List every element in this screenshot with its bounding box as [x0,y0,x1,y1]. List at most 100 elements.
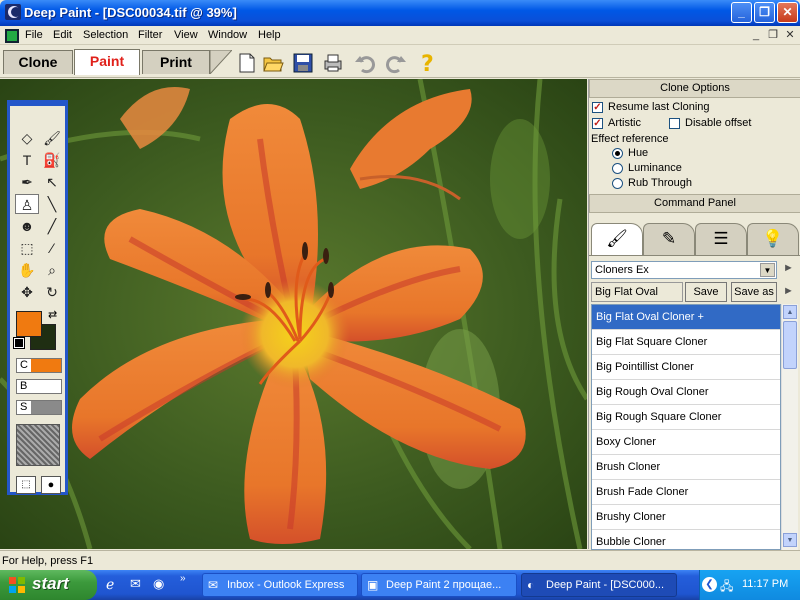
tab-paint[interactable]: Paint [74,49,140,75]
tab-effects[interactable]: ✎ [643,223,695,255]
zoom-icon[interactable]: ⌕ [40,260,64,280]
category-arrow-icon[interactable]: ► [783,262,794,274]
network-icon[interactable]: 🖧 [720,577,733,598]
list-item[interactable]: Boxy Cloner [592,430,780,455]
color-s-row[interactable]: S [16,400,62,415]
foreground-color-swatch[interactable] [16,311,42,337]
disable-offset-checkbox[interactable] [669,118,680,129]
default-colors-icon[interactable] [13,337,25,349]
mdi-close-button[interactable]: ✕ [782,28,798,42]
brush-list[interactable]: Big Flat Oval Cloner + Big Flat Square C… [591,304,781,550]
minimize-button[interactable]: _ [731,2,752,23]
document-icon[interactable] [4,28,20,44]
list-item[interactable]: Brush Cloner [592,455,780,480]
bucket-fill-icon[interactable]: ⛽ [40,150,64,170]
color-b-row[interactable]: B [16,379,62,394]
maximize-button[interactable]: ❐ [754,2,775,23]
eraser-icon[interactable]: ◇ [15,128,39,148]
tray-expand-icon[interactable]: ❮ [702,577,717,592]
list-item[interactable]: Big Flat Square Cloner [592,330,780,355]
list-item[interactable]: Big Pointillist Cloner [592,355,780,380]
selection-mode-icon[interactable]: ⬚ [16,476,36,494]
menu-edit[interactable]: Edit [53,29,72,41]
list-item[interactable]: Big Rough Oval Cloner [592,380,780,405]
brush-name-field[interactable]: Big Flat Oval [591,282,683,302]
mask-mode-icon[interactable]: ● [41,476,61,494]
eyedropper-icon[interactable]: ╱ [40,216,64,236]
pen-icon[interactable]: ✒ [15,172,39,192]
marquee-select-icon[interactable]: ⬚ [15,238,39,258]
task-deep-paint-2[interactable]: ▣ Deep Paint 2 прощае... [361,573,517,597]
mdi-minimize-button[interactable]: _ [748,28,764,42]
tab-clone[interactable]: Clone [3,50,73,74]
tab-lighting[interactable]: 💡 [747,223,799,255]
artistic-label: Artistic [608,117,641,129]
print-icon[interactable] [322,52,344,74]
scroll-up-icon[interactable]: ▲ [783,305,797,319]
menu-selection[interactable]: Selection [83,29,128,41]
scroll-thumb[interactable] [783,321,797,369]
save-as-button[interactable]: Save as [731,282,777,302]
undo-icon[interactable] [354,52,376,74]
menu-view[interactable]: View [174,29,198,41]
luminance-radio[interactable] [612,163,623,174]
color-c-row[interactable]: C [16,358,62,373]
title-bar: Deep Paint - [DSC00034.tif @ 39%] _ ❐ ✕ [0,0,800,26]
brush-list-scrollbar[interactable]: ▲ ▼ [781,304,798,550]
text-icon[interactable]: T [15,150,39,170]
start-button[interactable]: start [0,570,97,600]
task-inbox-outlook[interactable]: ✉ Inbox - Outlook Express [202,573,358,597]
line-icon[interactable]: ╲ [40,194,64,214]
list-item[interactable]: Brushy Cloner [592,505,780,530]
color-c-label: C [20,359,28,371]
tab-print[interactable]: Print [142,50,210,74]
brush-arrow-icon[interactable]: ► [783,285,794,297]
chevron-down-icon[interactable]: ▼ [760,263,775,277]
arrow-select-icon[interactable]: ↖ [40,172,64,192]
clone-stamp-icon[interactable]: ♙ [15,194,39,214]
task-deep-paint-main[interactable]: ◐ Deep Paint - [DSC000... [521,573,677,597]
hand-icon[interactable]: ✋ [15,260,39,280]
tab-layers[interactable]: ☰ [695,223,747,255]
close-button[interactable]: ✕ [777,2,798,23]
menu-filter[interactable]: Filter [138,29,162,41]
tab-brushes[interactable]: 🖌 [591,223,643,255]
menu-help[interactable]: Help [258,29,281,41]
texture-preview[interactable] [16,424,60,466]
smudge-icon[interactable]: ☻ [15,216,39,236]
menu-window[interactable]: Window [208,29,247,41]
quicklaunch-expand-icon[interactable]: » [180,573,192,587]
mdi-restore-button[interactable]: ❐ [765,28,781,42]
save-icon[interactable] [292,52,314,74]
color-s-label: S [20,401,28,413]
list-item[interactable]: Bubble Cloner [592,530,780,549]
magic-wand-icon[interactable]: ⁄ [40,238,64,258]
artistic-checkbox[interactable]: ✓ [592,118,603,129]
ie-icon[interactable]: ℯ [106,576,124,594]
list-item[interactable]: Brush Fade Cloner [592,480,780,505]
status-text: For Help, press F1 [2,555,94,567]
lily-photo[interactable] [0,79,587,549]
brush-category-dropdown[interactable]: Cloners Ex ▼ [591,261,777,279]
outlook-express-icon[interactable]: ✉ [130,576,148,594]
list-item[interactable]: Big Flat Oval Cloner + [592,305,780,330]
rotate-icon[interactable]: ↻ [40,282,64,302]
rub-through-radio[interactable] [612,178,623,189]
menu-file[interactable]: File [25,29,43,41]
redo-icon[interactable] [385,52,407,74]
save-button[interactable]: Save [685,282,727,302]
resume-last-cloning-checkbox[interactable]: ✓ [592,102,603,113]
image-canvas[interactable] [0,79,587,549]
toolbox-palette[interactable]: ◇ 🖌 T ⛽ ✒ ↖ ♙ ╲ ☻ ╱ ⬚ ⁄ ✋ ⌕ ✥ ↻ ⇄ C B S … [7,100,68,495]
move-icon[interactable]: ✥ [15,282,39,302]
brush-icon[interactable]: 🖌 [40,128,64,148]
swap-colors-icon[interactable]: ⇄ [48,308,57,321]
new-document-icon[interactable] [236,52,258,74]
open-folder-icon[interactable] [262,52,284,74]
list-item[interactable]: Big Rough Square Cloner [592,405,780,430]
media-player-icon[interactable]: ◉ [153,576,171,594]
hue-radio[interactable] [612,148,623,159]
scroll-down-icon[interactable]: ▼ [783,533,797,547]
help-icon[interactable]: ? [416,52,438,74]
luminance-label: Luminance [628,162,682,174]
